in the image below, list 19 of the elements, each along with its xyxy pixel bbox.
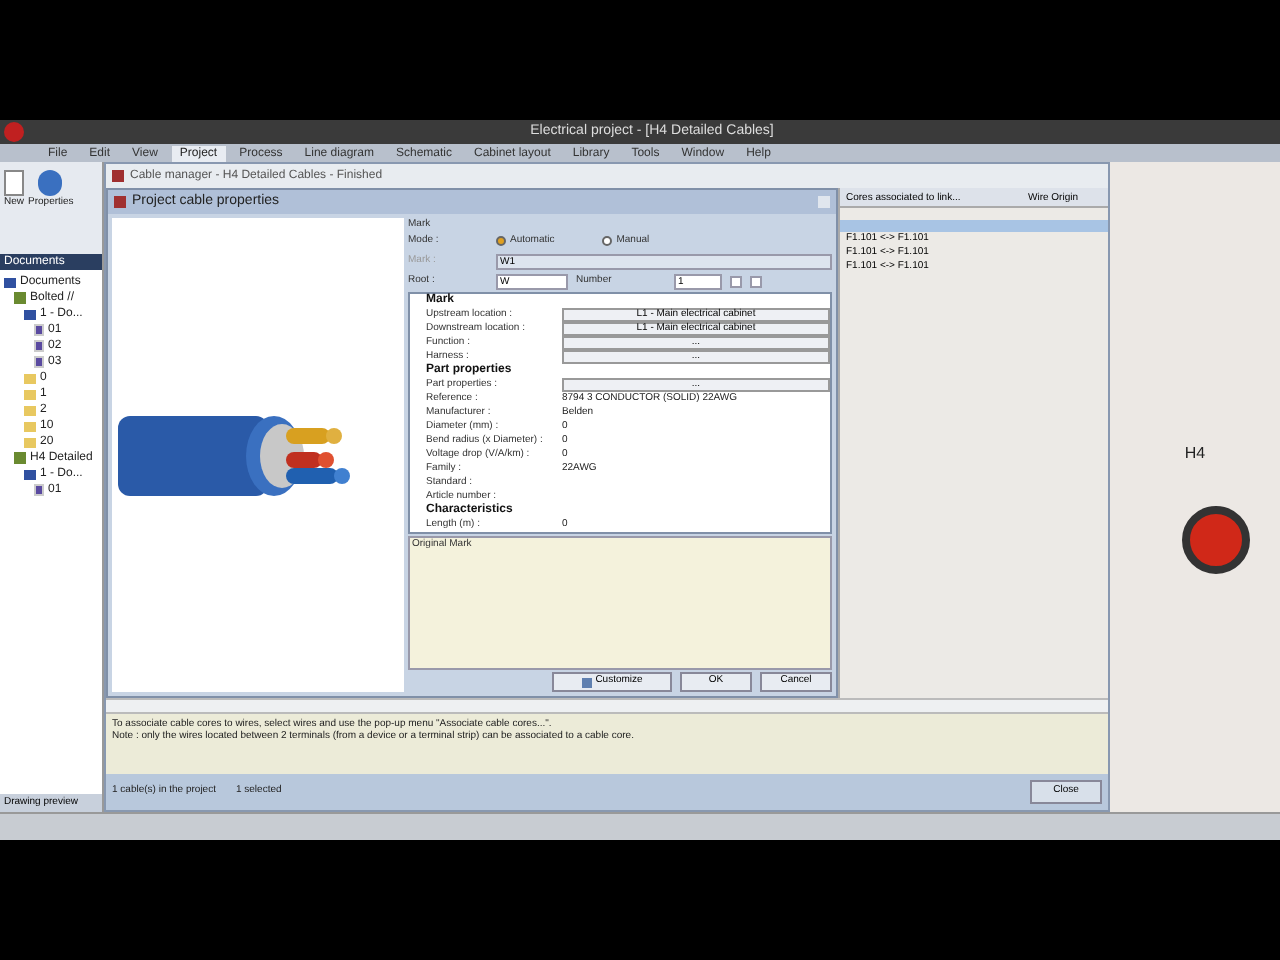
push-button-drawing [1181,506,1249,574]
app-icon [114,196,126,208]
new-file-icon [4,170,24,196]
book-icon [24,309,36,319]
sheet-icon [34,484,44,496]
grid-icon [581,677,592,687]
info-icon [38,170,63,196]
book-icon [4,277,16,287]
minus-button[interactable] [730,275,742,287]
project-icon [14,452,26,464]
plus-button[interactable] [750,275,762,287]
component-label: H4 [1184,442,1206,466]
horizontal-scrollbar[interactable] [106,698,1108,714]
radio-button[interactable] [602,236,613,246]
book-icon [24,469,36,479]
app-logo-icon[interactable] [4,122,24,142]
project-icon [14,292,26,304]
app-icon [112,170,124,182]
radio-button[interactable] [496,236,506,246]
